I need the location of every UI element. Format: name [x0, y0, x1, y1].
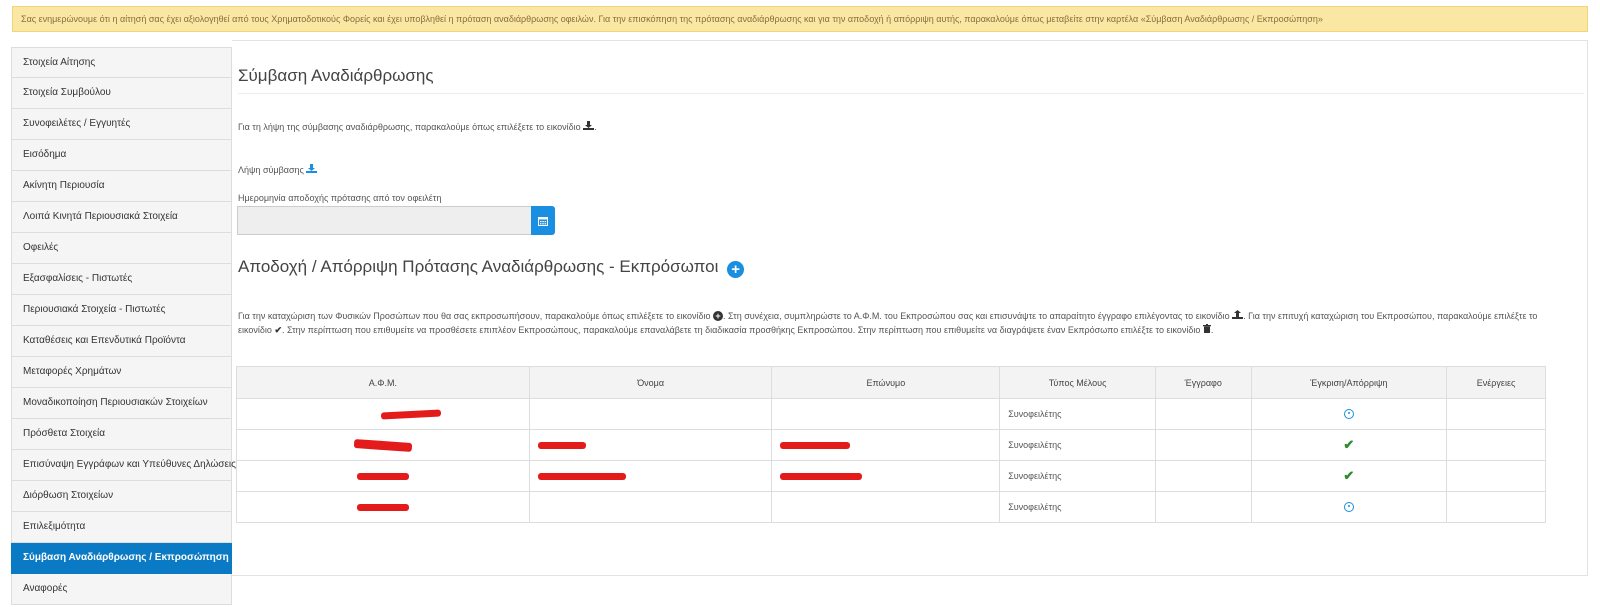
- sidebar-item-asset-deduplication[interactable]: Μοναδικοποίηση Περιουσιακών Στοιχείων: [11, 388, 232, 419]
- instr-part-2: . Στη συνέχεια, συμπληρώστε το Α.Φ.Μ. το…: [723, 311, 1230, 321]
- redacted-mark: [380, 409, 442, 420]
- redacted-mark: [780, 442, 851, 450]
- download-contract-link[interactable]: Λήψη σύμβασης: [238, 165, 304, 175]
- sidebar-item-advisor-details[interactable]: Στοιχεία Συμβούλου: [11, 78, 232, 109]
- table-row: Συνοφειλέτης ✔: [236, 460, 1546, 492]
- instr-part-1: Για την καταχώριση των Φυσικών Προσώπων …: [238, 311, 711, 321]
- instr-part-5: .: [1210, 325, 1214, 335]
- redacted-mark: [537, 442, 586, 450]
- first-name-cell: [528, 398, 773, 430]
- calendar-button[interactable]: [531, 206, 555, 235]
- plus-circle-icon: +: [713, 311, 724, 321]
- last-name-cell: [771, 429, 1001, 461]
- sidebar-item-debts[interactable]: Οφειλές: [11, 233, 232, 264]
- document-cell: [1154, 491, 1252, 523]
- section-divider: [238, 93, 1584, 94]
- download-contract-icon[interactable]: [306, 164, 318, 176]
- document-cell: [1154, 460, 1252, 492]
- sidebar-nav: Στοιχεία Αίτησης Στοιχεία Συμβούλου Συνο…: [11, 47, 236, 605]
- sidebar-item-eligibility[interactable]: Επιλεξιμότητα: [11, 512, 232, 543]
- document-cell: [1154, 429, 1252, 461]
- afm-cell: [236, 398, 530, 430]
- sidebar-item-other-movable-assets[interactable]: Λοιπά Κινητά Περιουσιακά Στοιχεία: [11, 202, 232, 233]
- col-member-type: Τύπος Μέλους: [999, 366, 1156, 399]
- col-document: Έγγραφο: [1154, 366, 1252, 399]
- sidebar-item-income[interactable]: Εισόδημα: [11, 140, 232, 171]
- last-name-cell: [771, 491, 1001, 523]
- first-name-cell: [528, 460, 773, 492]
- check-icon[interactable]: ✔: [1343, 437, 1354, 452]
- col-last-name: Επώνυμο: [771, 366, 1001, 399]
- redacted-mark: [780, 473, 863, 481]
- first-name-cell: [528, 429, 773, 461]
- redacted-mark: [356, 504, 409, 512]
- redacted-mark: [356, 473, 409, 481]
- checkmark-icon: ✔: [274, 325, 282, 335]
- approval-cell: ✔: [1250, 460, 1448, 492]
- col-afm: Α.Φ.Μ.: [236, 366, 530, 399]
- download-instruction-text: Για τη λήψη της σύμβασης αναδιάρθρωσης, …: [238, 122, 581, 132]
- sidebar-item-application-details[interactable]: Στοιχεία Αίτησης: [11, 47, 232, 78]
- representatives-table: Α.Φ.Μ. Όνομα Επώνυμο Τύπος Μέλους Έγγραφ…: [236, 366, 1546, 523]
- add-representative-icon[interactable]: +: [727, 261, 745, 278]
- pending-icon[interactable]: [1343, 502, 1354, 513]
- actions-cell: [1446, 460, 1546, 492]
- trash-icon: [1202, 324, 1211, 335]
- member-type-cell: Συνοφειλέτης: [999, 429, 1156, 461]
- table-header-row: Α.Φ.Μ. Όνομα Επώνυμο Τύπος Μέλους Έγγραφ…: [236, 366, 1546, 399]
- sidebar-item-assets-creditors[interactable]: Περιουσιακά Στοιχεία - Πιστωτές: [11, 295, 232, 326]
- instr-part-4: . Στην περίπτωση που επιθυμείτε να προσθ…: [281, 325, 1201, 335]
- download-contract-row: Λήψη σύμβασης: [238, 164, 318, 176]
- afm-cell: [236, 460, 530, 492]
- col-actions: Ενέργειες: [1446, 366, 1546, 399]
- document-cell: [1154, 398, 1252, 430]
- last-name-cell: [771, 460, 1001, 492]
- sidebar-item-restructuring-contract[interactable]: Σύμβαση Αναδιάρθρωσης / Εκπροσώπηση: [11, 543, 232, 574]
- last-name-cell: [771, 398, 1001, 430]
- approval-cell: [1250, 398, 1448, 430]
- download-instruction: Για τη λήψη της σύμβασης αναδιάρθρωσης, …: [238, 121, 597, 133]
- sidebar-item-reports[interactable]: Αναφορές: [11, 574, 232, 605]
- check-icon[interactable]: ✔: [1343, 468, 1354, 483]
- sidebar-item-data-correction[interactable]: Διόρθωση Στοιχείων: [11, 481, 232, 512]
- approval-cell: [1250, 491, 1448, 523]
- sidebar-item-codebtors-guarantors[interactable]: Συνοφειλέτες / Εγγυητές: [11, 109, 232, 140]
- redacted-mark: [353, 439, 413, 453]
- sidebar-item-document-attachment[interactable]: Επισύναψη Εγγράφων και Υπεύθυνες Δηλώσει…: [11, 450, 236, 481]
- member-type-cell: Συνοφειλέτης: [999, 491, 1156, 523]
- col-first-name: Όνομα: [528, 366, 773, 399]
- actions-cell: [1446, 429, 1546, 461]
- acceptance-date-input[interactable]: [237, 206, 531, 235]
- member-type-cell: Συνοφειλέτης: [999, 398, 1156, 430]
- download-icon: [583, 121, 595, 133]
- representatives-section-title: Αποδοχή / Απόρριψη Πρότασης Αναδιάρθρωση…: [238, 257, 745, 278]
- afm-cell: [236, 429, 530, 461]
- contract-section-title: Σύμβαση Αναδιάρθρωσης: [238, 66, 434, 85]
- sidebar-item-money-transfers[interactable]: Μεταφορές Χρημάτων: [11, 357, 232, 388]
- main-panel: Σύμβαση Αναδιάρθρωσης Για τη λήψη της σύ…: [232, 40, 1588, 576]
- acceptance-date-label: Ημερομηνία αποδοχής πρότασης από τον οφε…: [238, 193, 442, 203]
- actions-cell: [1446, 491, 1546, 523]
- first-name-cell: [528, 491, 773, 523]
- table-row: Συνοφειλέτης: [236, 491, 1546, 523]
- table-row: Συνοφειλέτης: [236, 398, 1546, 430]
- representatives-instructions: Για την καταχώριση των Φυσικών Προσώπων …: [238, 309, 1558, 337]
- table-row: Συνοφειλέτης ✔: [236, 429, 1546, 461]
- calendar-icon: [538, 216, 548, 226]
- info-alert: Σας ενημερώνουμε ότι η αίτησή σας έχει α…: [12, 6, 1588, 32]
- alert-text: Σας ενημερώνουμε ότι η αίτησή σας έχει α…: [21, 14, 1323, 24]
- sidebar-item-additional-details[interactable]: Πρόσθετα Στοιχεία: [11, 419, 232, 450]
- actions-cell: [1446, 398, 1546, 430]
- sidebar-item-collaterals-creditors[interactable]: Εξασφαλίσεις - Πιστωτές: [11, 264, 232, 295]
- redacted-mark: [537, 473, 626, 481]
- representatives-title-text: Αποδοχή / Απόρριψη Πρότασης Αναδιάρθρωση…: [238, 257, 719, 276]
- afm-cell: [236, 491, 530, 523]
- upload-icon: [1232, 310, 1244, 321]
- sidebar-item-deposits-investments[interactable]: Καταθέσεις και Επενδυτικά Προϊόντα: [11, 326, 232, 357]
- col-approval: Έγκριση/Απόρριψη: [1250, 366, 1448, 399]
- approval-cell: ✔: [1250, 429, 1448, 461]
- sidebar-item-real-estate[interactable]: Ακίνητη Περιουσία: [11, 171, 232, 202]
- pending-icon[interactable]: [1343, 409, 1354, 420]
- member-type-cell: Συνοφειλέτης: [999, 460, 1156, 492]
